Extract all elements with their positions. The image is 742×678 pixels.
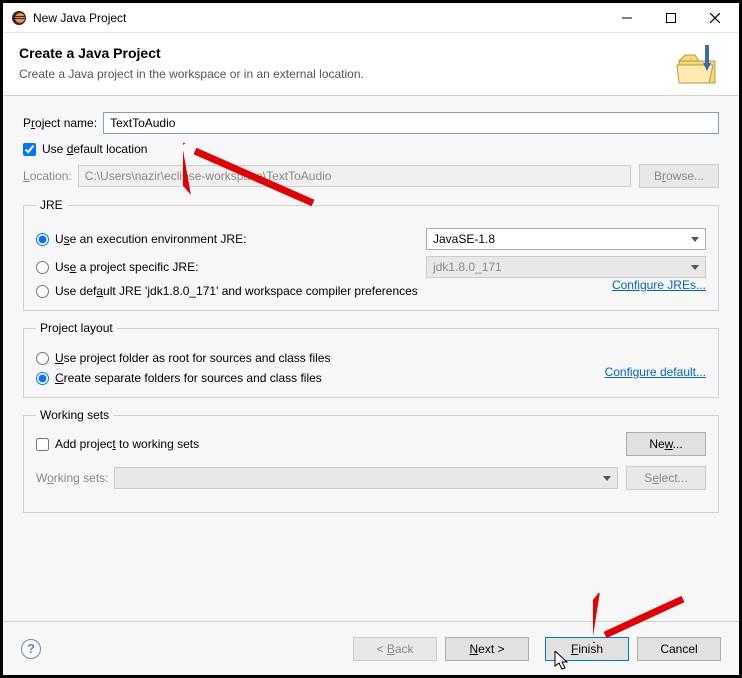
close-button[interactable] xyxy=(693,4,737,32)
add-to-working-sets-label: Add project to working sets xyxy=(55,437,626,451)
wizard-content: Project name: Use default location Locat… xyxy=(3,96,739,622)
use-default-location-label: Use default location xyxy=(42,142,147,156)
folder-wizard-icon xyxy=(675,43,721,92)
help-icon[interactable]: ? xyxy=(21,639,41,659)
layout-root-radio[interactable] xyxy=(36,352,49,365)
layout-root-label: Use project folder as root for sources a… xyxy=(55,351,706,365)
window-title: New Java Project xyxy=(33,11,605,25)
jre-exec-env-dropdown[interactable]: JavaSE-1.8 xyxy=(426,228,706,250)
jre-group: JRE Use an execution environment JRE: Ja… xyxy=(23,198,719,311)
jre-legend: JRE xyxy=(36,198,67,212)
wizard-footer: ? < Back Next > Finish Cancel xyxy=(3,621,739,675)
maximize-button[interactable] xyxy=(649,4,693,32)
jre-exec-env-label: Use an execution environment JRE: xyxy=(55,232,426,246)
project-name-label: Project name: xyxy=(23,116,97,130)
select-working-sets-button: Select... xyxy=(626,466,706,490)
project-layout-legend: Project layout xyxy=(36,321,117,335)
jre-project-specific-dropdown: jdk1.8.0_171 xyxy=(426,256,706,278)
eclipse-icon xyxy=(11,10,27,26)
add-to-working-sets-checkbox[interactable] xyxy=(36,438,49,451)
jre-project-specific-radio[interactable] xyxy=(36,261,49,274)
next-button[interactable]: Next > xyxy=(445,637,529,661)
location-input xyxy=(78,165,631,187)
new-working-set-button[interactable]: New... xyxy=(626,432,706,456)
working-sets-dropdown xyxy=(114,467,618,489)
mouse-cursor-icon xyxy=(553,651,571,671)
browse-button: Browse... xyxy=(639,164,719,188)
wizard-banner: Create a Java Project Create a Java proj… xyxy=(3,33,739,96)
working-sets-label: Working sets: xyxy=(36,471,108,485)
jre-exec-env-radio[interactable] xyxy=(36,233,49,246)
jre-default-label: Use default JRE 'jdk1.8.0_171' and works… xyxy=(55,284,706,298)
configure-default-link[interactable]: Configure default... xyxy=(605,365,706,379)
layout-separate-radio[interactable] xyxy=(36,372,49,385)
project-layout-group: Project layout Use project folder as roo… xyxy=(23,321,719,398)
banner-title: Create a Java Project xyxy=(19,45,723,61)
location-label: Location: xyxy=(23,169,72,183)
working-sets-legend: Working sets xyxy=(36,408,113,422)
titlebar: New Java Project xyxy=(3,3,739,33)
configure-jres-link[interactable]: Configure JREs... xyxy=(612,278,706,292)
banner-subtitle: Create a Java project in the workspace o… xyxy=(19,67,723,81)
jre-default-radio[interactable] xyxy=(36,285,49,298)
use-default-location-checkbox[interactable] xyxy=(23,143,36,156)
working-sets-group: Working sets Add project to working sets… xyxy=(23,408,719,513)
jre-project-specific-label: Use a project specific JRE: xyxy=(55,260,426,274)
cancel-button[interactable]: Cancel xyxy=(637,637,721,661)
minimize-button[interactable] xyxy=(605,4,649,32)
project-name-input[interactable] xyxy=(103,112,719,134)
back-button: < Back xyxy=(353,637,437,661)
